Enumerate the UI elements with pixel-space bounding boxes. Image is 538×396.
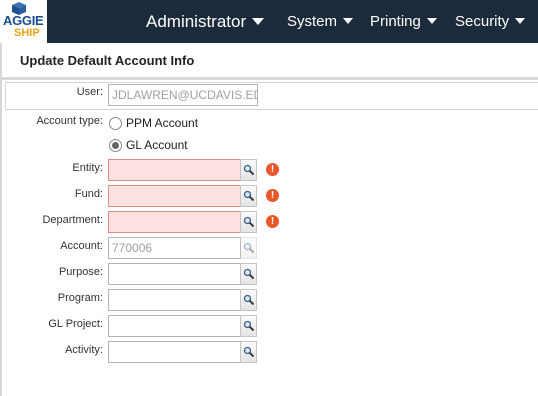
program-lookup-button[interactable] [240,289,257,311]
purpose-lookup-button[interactable] [240,263,257,285]
fund-lookup-button[interactable] [240,185,257,207]
nav-system[interactable]: System [287,0,354,43]
radio-ppm-label: PPM Account [126,116,199,130]
left-border [0,43,2,396]
magnifier-icon [243,346,255,358]
nav-printing-label: Printing [370,13,421,30]
nav-system-label: System [287,13,338,30]
magnifier-icon [243,216,255,228]
fund-label: Fund: [74,188,103,200]
brand-line2: SHIP [14,27,40,39]
nav-security[interactable]: Security [455,0,526,43]
magnifier-icon [243,294,255,306]
caret-down-icon [515,18,526,25]
caret-down-icon [252,18,265,26]
account-input: 770006 [108,237,241,259]
entity-input[interactable] [108,159,241,181]
department-lookup-button[interactable] [240,211,257,233]
gl-project-label: GL Project: [48,318,103,330]
activity-label: Activity: [65,344,103,356]
nav-printing[interactable]: Printing [370,0,437,43]
radio-gl-circle[interactable] [109,139,122,152]
fund-error-icon: ! [266,189,279,202]
purpose-label: Purpose: [58,266,103,278]
caret-down-icon [343,18,354,25]
caret-down-icon [426,18,437,25]
department-label: Department: [42,214,103,226]
nav-administrator[interactable]: Administrator [146,0,265,43]
program-label: Program: [57,292,103,304]
gl-project-input[interactable] [108,315,241,337]
radio-gl-label: GL Account [126,138,188,152]
entity-label: Entity: [72,162,103,174]
department-error-icon: ! [266,215,279,228]
magnifier-icon [243,242,255,254]
user-field: JDLAWREN@UCDAVIS.EDU [108,84,258,106]
gl-project-lookup-button[interactable] [240,315,257,337]
nav-administrator-label: Administrator [146,12,247,31]
brand-logo[interactable]: AGGIE SHIP [0,0,47,43]
account-label: Account: [60,240,103,252]
entity-error-icon: ! [266,163,279,176]
account-type-label: Account type: [36,115,103,127]
top-navbar: AGGIE SHIP Administrator System Printing… [0,0,538,43]
activity-lookup-button[interactable] [240,341,257,363]
brand-line1: AGGIE [3,13,44,28]
page-title: Update Default Account Info [20,53,195,68]
purpose-input[interactable] [108,263,241,285]
magnifier-icon [243,164,255,176]
account-lookup-button [240,237,257,259]
fund-input[interactable] [108,185,241,207]
magnifier-icon [243,320,255,332]
radio-ppm-circle[interactable] [109,117,122,130]
nav-security-label: Security [455,13,510,30]
magnifier-icon [243,190,255,202]
program-input[interactable] [108,289,241,311]
activity-input[interactable] [108,341,241,363]
title-divider [2,77,538,80]
entity-lookup-button[interactable] [240,159,257,181]
magnifier-icon [243,268,255,280]
department-input[interactable] [108,211,241,233]
user-label: User: [76,86,103,98]
